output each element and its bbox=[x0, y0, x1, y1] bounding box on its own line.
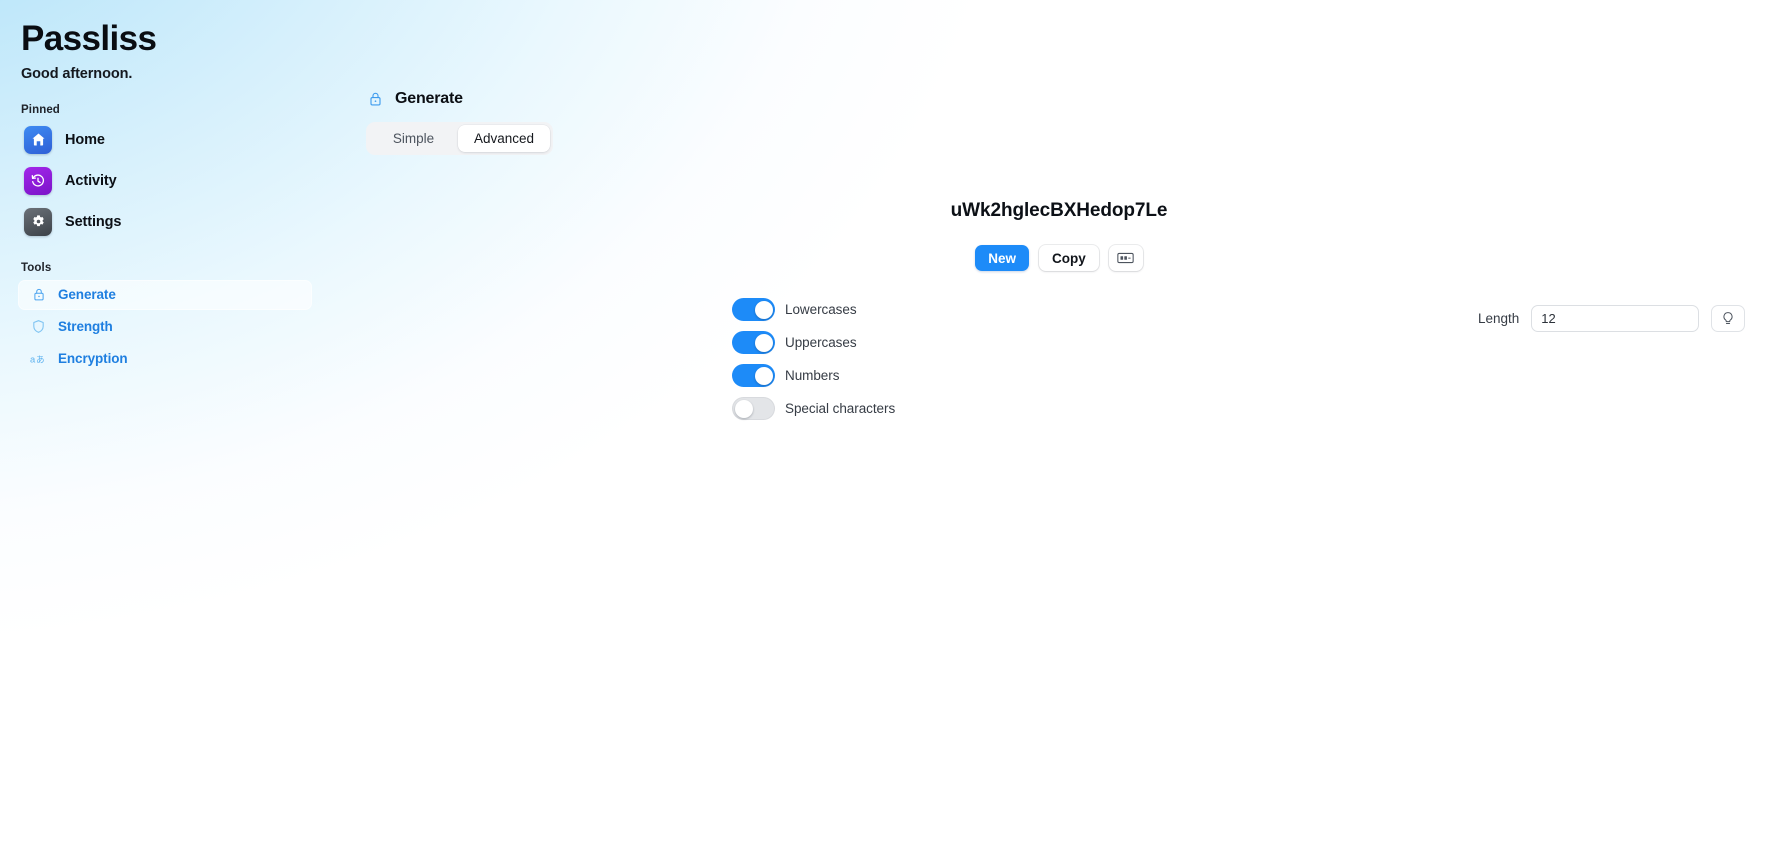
option-special-characters: Special characters bbox=[732, 397, 895, 420]
character-set-toggles: Lowercases Uppercases Numbers Special ch… bbox=[732, 298, 895, 420]
option-label: Lowercases bbox=[785, 302, 857, 317]
password-card-icon bbox=[1117, 252, 1134, 264]
main-content: Generate Simple Advanced uWk2hglecBXHedo… bbox=[330, 0, 1788, 865]
sidebar-item-label: Activity bbox=[65, 172, 117, 189]
svg-text:a: a bbox=[30, 354, 36, 364]
lightbulb-icon bbox=[1721, 311, 1735, 327]
pinned-list: Home Activity Settings bbox=[18, 122, 312, 240]
sidebar-item-label: Encryption bbox=[58, 351, 128, 367]
uppercases-toggle[interactable] bbox=[732, 331, 775, 354]
sidebar-item-encryption[interactable]: a あ Encryption bbox=[18, 344, 312, 374]
svg-text:あ: あ bbox=[36, 355, 45, 365]
sidebar-item-label: Settings bbox=[65, 213, 122, 230]
shield-icon bbox=[30, 318, 47, 335]
sidebar-item-home[interactable]: Home bbox=[18, 122, 312, 158]
gear-icon bbox=[24, 207, 52, 236]
new-button[interactable]: New bbox=[975, 245, 1029, 271]
sidebar-item-generate[interactable]: Generate bbox=[18, 279, 312, 310]
option-lowercases: Lowercases bbox=[732, 298, 895, 321]
app-title: Passliss bbox=[21, 19, 157, 58]
lock-icon bbox=[368, 91, 385, 108]
sidebar-item-label: Strength bbox=[58, 319, 113, 335]
page-title: Generate bbox=[395, 90, 463, 107]
lowercases-toggle[interactable] bbox=[732, 298, 775, 321]
length-control: Length bbox=[1478, 305, 1746, 332]
home-icon bbox=[24, 125, 52, 154]
tab-advanced[interactable]: Advanced bbox=[458, 125, 551, 152]
tab-simple[interactable]: Simple bbox=[369, 125, 458, 152]
pinned-section-label: Pinned bbox=[21, 103, 60, 116]
tools-section-label: Tools bbox=[21, 261, 52, 274]
option-label: Special characters bbox=[785, 401, 896, 416]
toggle-knob bbox=[734, 399, 753, 418]
generated-password[interactable]: uWk2hglecBXHedop7Le bbox=[951, 200, 1168, 222]
special-characters-toggle[interactable] bbox=[732, 397, 775, 420]
sidebar: Passliss Good afternoon. Pinned Home Act… bbox=[0, 0, 330, 865]
clock-history-icon bbox=[24, 166, 52, 195]
password-card-icon-button[interactable] bbox=[1108, 245, 1143, 271]
greeting-text: Good afternoon. bbox=[21, 65, 133, 82]
sidebar-item-label: Generate bbox=[58, 287, 116, 303]
mode-tabs: Simple Advanced bbox=[366, 122, 554, 155]
sidebar-item-strength[interactable]: Strength bbox=[18, 312, 312, 342]
password-display: uWk2hglecBXHedop7Le New Copy bbox=[330, 200, 1788, 271]
numbers-toggle[interactable] bbox=[732, 364, 775, 387]
toggle-knob bbox=[754, 333, 773, 352]
length-label: Length bbox=[1478, 311, 1520, 326]
option-uppercases: Uppercases bbox=[732, 331, 895, 354]
password-suggestion-button[interactable] bbox=[1711, 305, 1746, 332]
toggle-knob bbox=[754, 300, 773, 319]
password-actions: New Copy bbox=[975, 245, 1143, 271]
copy-button[interactable]: Copy bbox=[1039, 245, 1099, 271]
sidebar-item-settings[interactable]: Settings bbox=[18, 204, 312, 240]
sidebar-item-activity[interactable]: Activity bbox=[18, 163, 312, 199]
sidebar-item-label: Home bbox=[65, 131, 105, 148]
option-numbers: Numbers bbox=[732, 364, 895, 387]
length-input[interactable] bbox=[1531, 305, 1700, 332]
translate-icon: a あ bbox=[30, 350, 47, 367]
option-label: Numbers bbox=[785, 368, 840, 383]
toggle-knob bbox=[754, 366, 773, 385]
tools-list: Generate Strength a あ Encryption bbox=[18, 279, 312, 374]
page-header: Generate bbox=[368, 90, 1788, 108]
option-label: Uppercases bbox=[785, 335, 857, 350]
lock-icon bbox=[30, 286, 47, 303]
